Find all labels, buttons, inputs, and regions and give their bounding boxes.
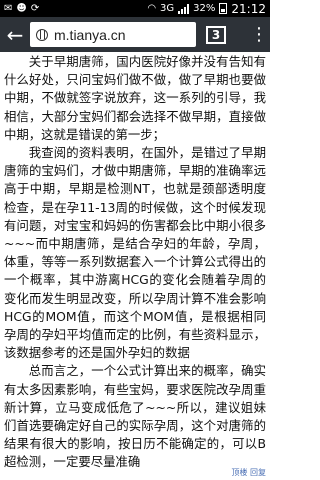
browser-toolbar: ← m.tianya.cn 3 ⋮ [0, 17, 270, 52]
globe-icon [36, 28, 48, 41]
article-paragraph: 总而言之，一个公式计算出来的概率，确实有太多因素影响，有些宝妈，要求医院改孕周重… [4, 363, 266, 470]
footer-links[interactable]: 顶楼 回复 [231, 467, 266, 478]
battery-icon [219, 3, 228, 14]
sync-icon: ⟳ [30, 3, 40, 14]
status-bar: ✉ ☻ ⟳ ◠ 3G 32% 21:12 [0, 0, 270, 17]
network-type: 3G [160, 3, 175, 14]
signal-icon [178, 3, 190, 14]
article-paragraph: 关于早期唐筛，国内医院好像并没有告知有什么好处，只问宝妈们做不做，做了早期也要做… [4, 54, 266, 142]
tab-count: 3 [211, 27, 221, 42]
wifi-icon: ◠ [147, 3, 157, 14]
article-paragraph: 我查阅的资料表明，在国外，是错过了早期唐筛的宝妈们，才做中期唐筛，早期的准确率远… [4, 145, 266, 361]
back-button[interactable]: ← [4, 23, 26, 47]
app-icon: ☻ [16, 3, 27, 14]
battery-percent: 32% [193, 3, 216, 14]
clock: 21:12 [231, 1, 266, 16]
menu-button[interactable]: ⋮ [250, 24, 268, 45]
address-bar[interactable]: m.tianya.cn [30, 22, 196, 47]
tabs-button[interactable]: 3 [206, 25, 226, 44]
article-body: 关于早期唐筛，国内医院好像并没有告知有什么好处，只问宝妈们做不做，做了早期也要做… [4, 53, 266, 472]
url-text: m.tianya.cn [54, 26, 126, 43]
notification-icon: ✉ [4, 3, 13, 14]
